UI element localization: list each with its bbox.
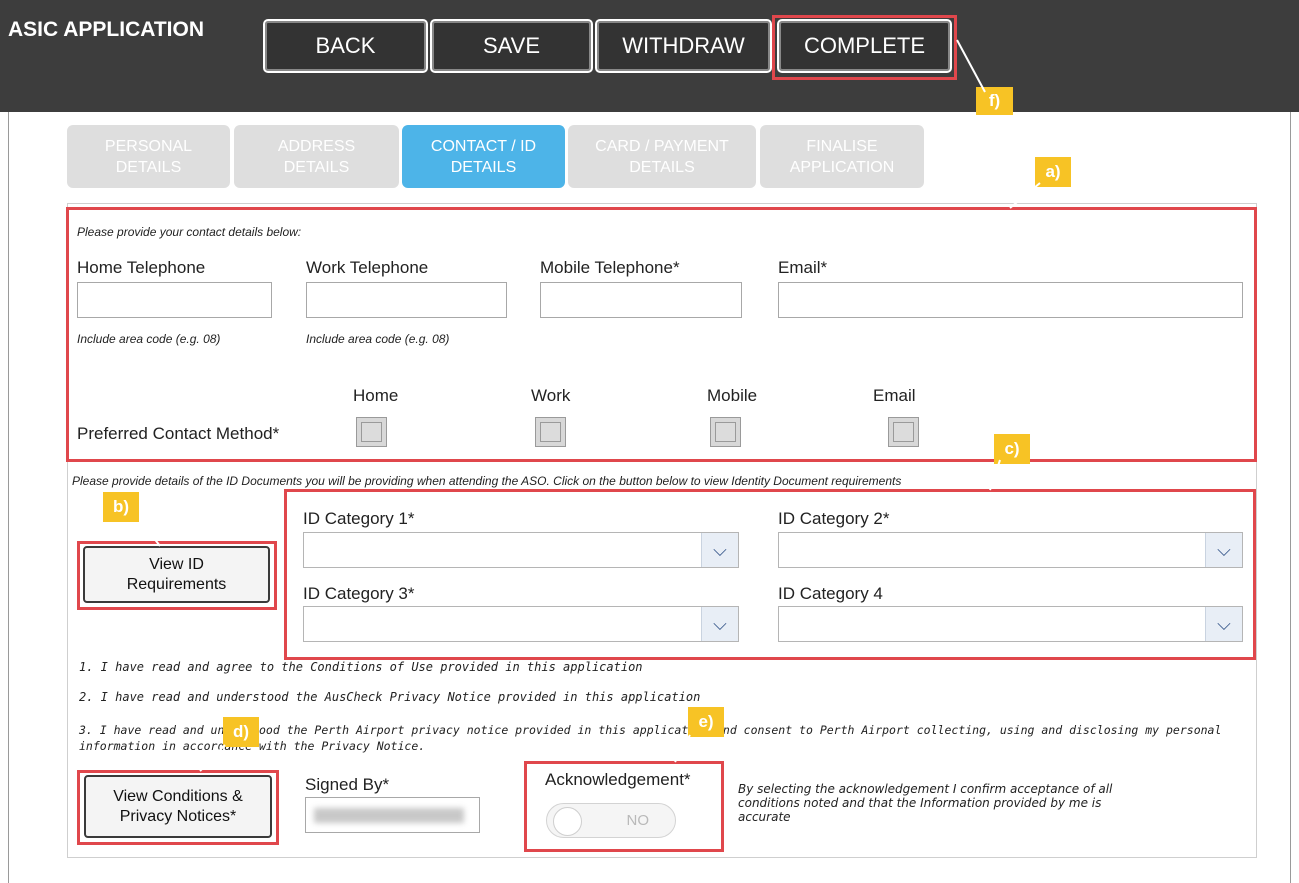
pointer-b: [139, 519, 161, 547]
callout-pointers: [139, 39, 1041, 772]
pointer-e: [674, 734, 691, 763]
pointer-f: [956, 39, 986, 93]
pointer-c: [989, 459, 1001, 491]
pointer-d: [199, 744, 226, 772]
pointer-a: [1009, 182, 1041, 209]
